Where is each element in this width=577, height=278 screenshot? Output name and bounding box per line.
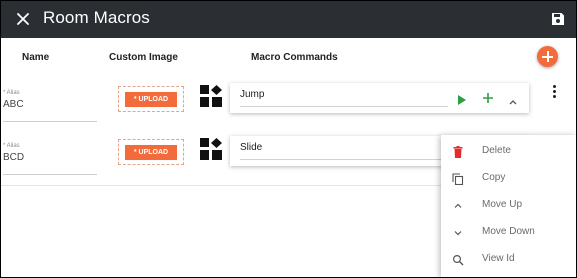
- macro-command-input[interactable]: Slide: [240, 141, 448, 160]
- menu-item-label: Copy: [482, 172, 506, 183]
- menu-item-move-up[interactable]: Move Up: [441, 193, 576, 219]
- page-title: Room Macros: [43, 8, 150, 27]
- chevron-up-icon[interactable]: [508, 93, 518, 105]
- alias-field[interactable]: * Alias ABC: [3, 90, 97, 122]
- row-context-menu: Delete Copy Move Up Move Down View Id: [441, 135, 576, 277]
- search-icon: [452, 253, 464, 266]
- menu-item-delete[interactable]: Delete: [441, 139, 576, 165]
- menu-item-label: Move Down: [482, 226, 535, 237]
- play-icon[interactable]: [458, 92, 466, 105]
- chevron-down-icon: [452, 226, 464, 238]
- copy-icon: [452, 172, 464, 186]
- menu-item-copy[interactable]: Copy: [441, 166, 576, 192]
- alias-label: * Alias: [3, 143, 20, 149]
- column-header-macro-commands: Macro Commands: [251, 52, 338, 63]
- macro-command-input[interactable]: Jump: [240, 88, 448, 107]
- column-header-name: Name: [22, 52, 50, 63]
- close-icon[interactable]: [13, 9, 33, 29]
- alias-field[interactable]: * Alias BCD: [3, 143, 97, 175]
- image-drop-zone[interactable]: * UPLOAD: [118, 86, 184, 112]
- trash-icon: [452, 145, 464, 158]
- alias-value: ABC: [3, 99, 24, 110]
- macro-command-card: Jump: [230, 83, 529, 113]
- more-vert-icon[interactable]: [549, 84, 559, 100]
- menu-item-label: Move Up: [482, 199, 523, 210]
- upload-button[interactable]: * UPLOAD: [125, 92, 177, 107]
- menu-item-move-down[interactable]: Move Down: [441, 220, 576, 246]
- shapes-icon: [200, 85, 222, 107]
- row-divider: [1, 185, 441, 186]
- chevron-up-icon: [452, 199, 464, 211]
- alias-label: * Alias: [3, 90, 20, 96]
- menu-item-label: View Id: [482, 253, 515, 264]
- add-macro-button[interactable]: [537, 46, 558, 67]
- menu-item-view-id[interactable]: View Id: [441, 247, 576, 273]
- image-drop-zone[interactable]: * UPLOAD: [118, 139, 184, 165]
- alias-value: BCD: [3, 152, 25, 163]
- shapes-icon: [200, 138, 222, 160]
- save-floppy-icon[interactable]: [551, 12, 565, 26]
- add-command-icon[interactable]: [482, 91, 494, 103]
- menu-item-label: Delete: [482, 145, 511, 156]
- upload-button[interactable]: * UPLOAD: [125, 145, 177, 160]
- column-header-custom-image: Custom Image: [109, 52, 178, 63]
- dialog-header: Room Macros: [1, 1, 576, 38]
- room-macros-dialog: Room Macros Name Custom Image Macro Comm…: [1, 1, 576, 277]
